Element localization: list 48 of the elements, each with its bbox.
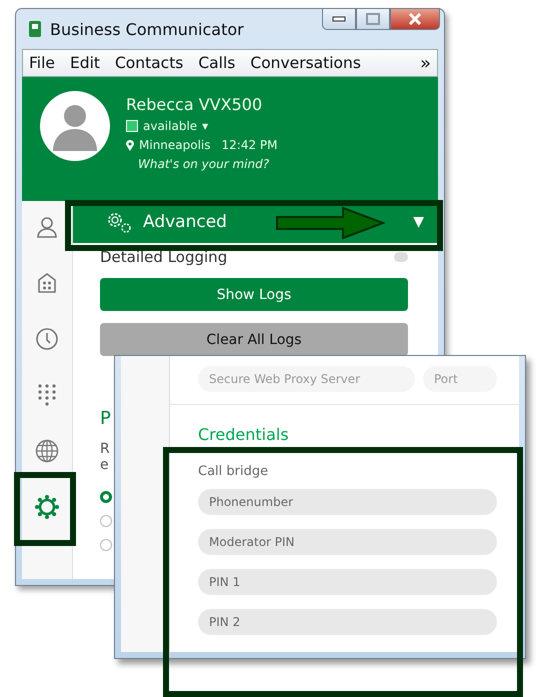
input-field[interactable]: Moderator PIN — [198, 529, 497, 555]
person-icon[interactable] — [35, 215, 59, 239]
section-title: Advanced — [143, 212, 227, 232]
presence-status[interactable]: available — [143, 119, 198, 133]
input-field[interactable]: PIN 1 — [198, 569, 497, 595]
close-button[interactable] — [390, 8, 440, 30]
credentials-heading: Credentials — [197, 424, 290, 446]
status-caret[interactable]: ▾ — [202, 119, 208, 133]
close-icon — [408, 13, 422, 25]
location: Minneapolis — [139, 138, 211, 152]
user-name: Rebecca VVX500 — [126, 95, 264, 114]
menu-item[interactable]: Contacts — [114, 54, 184, 72]
port-field[interactable]: Port — [423, 366, 497, 392]
show-logs-button[interactable]: Show Logs — [100, 278, 408, 311]
setting-label: Detailed Logging — [100, 248, 228, 266]
logging-toggle[interactable] — [394, 252, 408, 262]
window-title: Business Communicator — [50, 20, 244, 38]
menu-overflow[interactable]: » — [420, 52, 431, 74]
minimize-button[interactable] — [322, 8, 356, 30]
menu-item[interactable]: Calls — [198, 54, 236, 72]
maximize-icon — [366, 13, 380, 25]
menu-item[interactable]: Conversations — [250, 54, 361, 72]
section-heading: P — [100, 408, 112, 429]
radio-button[interactable] — [100, 539, 112, 551]
settings-icon[interactable] — [35, 495, 59, 519]
globe-icon[interactable] — [35, 439, 59, 463]
minimize-icon — [332, 16, 346, 22]
building-icon[interactable] — [35, 271, 59, 295]
app-logo-icon — [28, 20, 42, 38]
collapse-caret[interactable]: ▼ — [413, 214, 424, 230]
clear-logs-button[interactable]: Clear All Logs — [100, 323, 408, 356]
radio-button[interactable] — [100, 491, 112, 503]
presence-icon — [126, 120, 138, 132]
location-pin-icon — [126, 140, 134, 150]
menu-item[interactable]: File — [29, 54, 55, 72]
description-text: e — [100, 457, 109, 473]
maximize-button[interactable] — [356, 8, 390, 30]
group-label: Call bridge — [197, 463, 270, 481]
menu-item[interactable]: Edit — [70, 54, 100, 72]
radio-button[interactable] — [100, 515, 112, 527]
local-time: 12:42 PM — [222, 138, 278, 152]
description-text: R — [100, 441, 110, 457]
mood-message[interactable]: What's on your mind? — [126, 157, 278, 171]
input-field[interactable]: Phonenumber — [198, 489, 497, 515]
input-field[interactable]: PIN 2 — [198, 609, 497, 635]
gears-icon — [105, 210, 133, 234]
proxy-server-field[interactable]: Secure Web Proxy Server — [198, 366, 415, 392]
clock-icon[interactable] — [35, 327, 59, 351]
